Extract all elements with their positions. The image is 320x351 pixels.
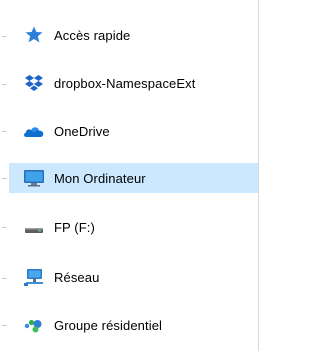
nav-item-label: dropbox-NamespaceExt bbox=[54, 75, 196, 91]
tree-line bbox=[2, 325, 7, 326]
tree-line bbox=[2, 278, 7, 279]
drive-icon bbox=[23, 216, 45, 238]
tree-line bbox=[2, 227, 7, 228]
computer-monitor-icon bbox=[23, 167, 45, 189]
nav-item-label: Groupe résidentiel bbox=[54, 317, 163, 333]
tree-line bbox=[2, 84, 7, 85]
nav-item-dropbox[interactable]: dropbox-NamespaceExt bbox=[9, 68, 258, 98]
star-pin-icon bbox=[23, 24, 45, 46]
nav-item-label: FP (F:) bbox=[54, 219, 95, 235]
homegroup-icon bbox=[23, 314, 45, 336]
nav-item-label: Mon Ordinateur bbox=[54, 170, 146, 186]
network-icon bbox=[23, 266, 45, 288]
pane-divider[interactable] bbox=[258, 0, 259, 351]
nav-item-onedrive[interactable]: OneDrive bbox=[9, 116, 258, 146]
tree-line bbox=[2, 178, 7, 179]
nav-item-quick-access[interactable]: Accès rapide bbox=[9, 20, 258, 50]
dropbox-icon bbox=[23, 72, 45, 94]
tree-line bbox=[2, 131, 7, 132]
navigation-pane: Accès rapide dropbox-NamespaceExt OneDri… bbox=[0, 0, 258, 351]
nav-item-homegroup[interactable]: Groupe résidentiel bbox=[9, 310, 258, 340]
tree-line bbox=[2, 36, 7, 37]
nav-item-this-pc[interactable]: Mon Ordinateur bbox=[9, 163, 258, 193]
nav-item-network[interactable]: Réseau bbox=[9, 262, 258, 292]
nav-item-label: Réseau bbox=[54, 269, 100, 285]
nav-item-label: Accès rapide bbox=[54, 27, 131, 43]
nav-item-drive-f[interactable]: FP (F:) bbox=[9, 212, 258, 242]
onedrive-cloud-icon bbox=[23, 120, 45, 142]
nav-item-label: OneDrive bbox=[54, 123, 110, 139]
